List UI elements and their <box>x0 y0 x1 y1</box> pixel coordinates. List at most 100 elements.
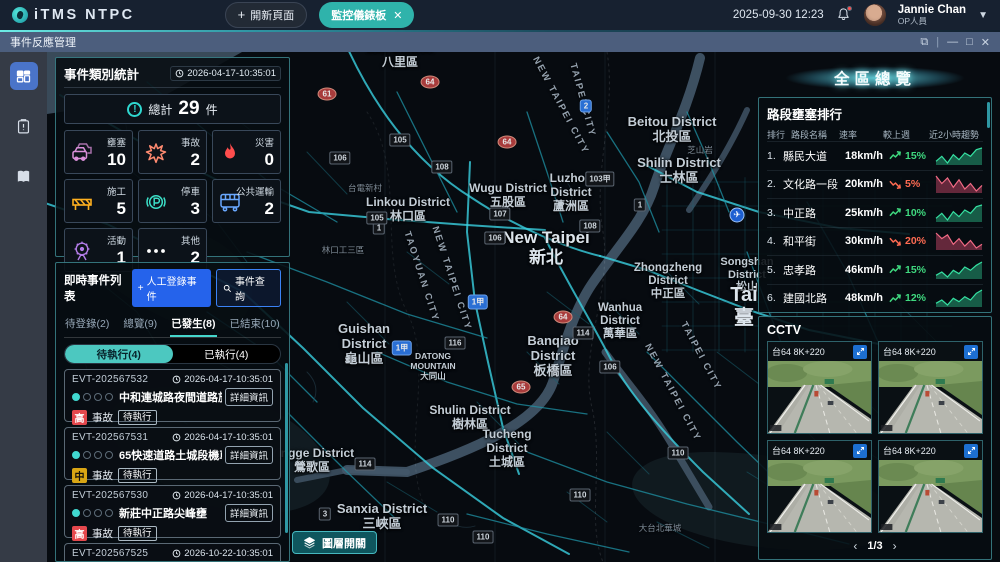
col-speed: 速率 <box>839 128 883 141</box>
open-external-icon[interactable]: ⧉ <box>920 36 928 49</box>
cctv-tile[interactable]: 台64 8K+220 <box>767 440 872 533</box>
event-type: 事故 <box>92 410 113 425</box>
new-page-button[interactable]: + 開新頁面 <box>225 2 308 28</box>
layer-toggle-label: 圖層開關 <box>322 535 366 551</box>
sidebar-item-reports[interactable] <box>10 112 38 140</box>
trend-sparkline <box>935 231 983 251</box>
detail-button[interactable]: 詳細資訊 <box>225 504 273 522</box>
ranking-row[interactable]: 2. 文化路一段 20km/h 5% <box>767 170 983 199</box>
ranking-row[interactable]: 1. 縣民大道 18km/h 15% <box>767 141 983 170</box>
event-search-button[interactable]: 事件查詢 <box>216 269 281 307</box>
ranking-row[interactable]: 3. 中正路 25km/h 10% <box>767 198 983 227</box>
manual-register-label: 人工登錄事件 <box>147 273 206 303</box>
event-card[interactable]: EVT-202567531 2026-04-17-10:35:01 65快速道路… <box>64 427 281 480</box>
event-card[interactable]: EVT-202567525 2026-10-22-10:35:01 65快速道路… <box>64 543 281 562</box>
progress-dot <box>94 451 102 459</box>
cctv-grid: 台64 8K+220 台64 8K+220 台64 8K+220 <box>767 341 983 533</box>
stat-label: 其他 <box>181 233 200 247</box>
progress-dot <box>83 509 91 517</box>
clock-icon <box>172 549 181 558</box>
expand-button[interactable] <box>853 345 867 359</box>
sidebar-item-dashboard[interactable] <box>10 62 38 90</box>
event-tab[interactable]: 已結束(10) <box>229 314 281 337</box>
severity-badge: 高 <box>72 410 87 425</box>
notification-bell-icon[interactable] <box>836 7 852 23</box>
event-card[interactable]: EVT-202567532 2026-04-17-10:35:01 中和連城路夜… <box>64 369 281 422</box>
cctv-tile[interactable]: 台64 8K+220 <box>878 440 983 533</box>
event-subtab[interactable]: 已執行(4) <box>173 345 281 363</box>
road-name: 和平街 <box>783 233 845 249</box>
maximize-icon[interactable]: □ <box>966 36 973 48</box>
road-speed: 18km/h <box>845 150 889 162</box>
cctv-tile[interactable]: 台64 8K+220 <box>767 341 872 434</box>
stat-card-停車[interactable]: 停車 3 <box>138 179 207 223</box>
expand-button[interactable] <box>964 345 978 359</box>
stat-label: 活動 <box>107 233 126 247</box>
user-block[interactable]: Jannie Chan OP人員 <box>898 4 966 26</box>
trend-up-icon <box>889 207 902 218</box>
sidebar-item-map-book[interactable] <box>10 162 38 190</box>
expand-button[interactable] <box>964 444 978 458</box>
close-icon[interactable]: ✕ <box>981 36 990 49</box>
region-overview-header: 全區總覽 <box>758 62 992 94</box>
road-name: 縣民大道 <box>783 148 845 164</box>
chevron-down-icon[interactable]: ▼ <box>978 10 988 21</box>
camera-feed-image <box>879 460 982 532</box>
expand-button[interactable] <box>853 444 867 458</box>
ranking-row[interactable]: 6. 建國北路 48km/h 12% <box>767 284 983 313</box>
scrollbar[interactable] <box>285 363 288 533</box>
stats-title: 事件類別統計 <box>64 64 139 83</box>
disaster-icon <box>218 141 242 165</box>
other-icon <box>144 239 168 263</box>
tab-close-icon[interactable]: ✕ <box>393 9 402 22</box>
total-count: ! 總計 29 件 <box>64 94 281 124</box>
manual-register-button[interactable]: + 人工登錄事件 <box>132 269 211 307</box>
event-tab[interactable]: 待登錄(2) <box>64 314 110 337</box>
rank-number: 2. <box>767 178 783 190</box>
trend-up-icon <box>889 293 902 304</box>
stats-grid: 壅塞 10 事故 2 災害 0 施工 5 停車 3 公共運輸 2 活動 1 其他… <box>64 130 281 272</box>
trend-sparkline <box>935 288 983 308</box>
scrollbar[interactable] <box>987 102 990 128</box>
severity-badge: 高 <box>72 526 87 541</box>
ranking-row[interactable]: 5. 忠孝路 46km/h 15% <box>767 255 983 284</box>
menu-bar: 事件反應管理 ⧉ | — □ ✕ <box>0 32 1000 52</box>
event-card[interactable]: EVT-202567530 2026-04-17-10:35:01 新莊中正路尖… <box>64 485 281 538</box>
next-page-icon[interactable]: › <box>893 539 897 553</box>
trend-down-icon <box>889 179 902 190</box>
week-change: 15% <box>889 264 935 276</box>
trend-up-icon <box>889 264 902 275</box>
total-label: 總計 <box>148 101 172 118</box>
layer-toggle-button[interactable]: 圖層開關 <box>292 531 377 554</box>
event-id: EVT-202567525 <box>72 548 148 559</box>
event-id: EVT-202567532 <box>72 374 148 385</box>
road-speed: 25km/h <box>845 207 889 219</box>
activity-icon <box>70 239 94 263</box>
ranking-row[interactable]: 4. 和平街 30km/h 20% <box>767 227 983 256</box>
rank-number: 1. <box>767 150 783 162</box>
rank-number: 5. <box>767 264 783 276</box>
detail-button[interactable]: 詳細資訊 <box>225 446 273 464</box>
event-type: 事故 <box>92 526 113 541</box>
rank-number: 6. <box>767 292 783 304</box>
minimize-icon[interactable]: — <box>947 36 958 48</box>
stat-card-施工[interactable]: 施工 5 <box>64 179 133 223</box>
event-title: 新莊中正路尖峰壅 <box>119 505 222 521</box>
stat-card-壅塞[interactable]: 壅塞 10 <box>64 130 133 174</box>
avatar[interactable] <box>864 4 886 26</box>
event-tab[interactable]: 已發生(8) <box>170 314 216 337</box>
region-overview-title: 全區總覽 <box>834 67 916 89</box>
stat-card-災害[interactable]: 災害 0 <box>212 130 281 174</box>
detail-button[interactable]: 詳細資訊 <box>225 388 273 406</box>
tab-dashboard[interactable]: 監控儀錶板 ✕ <box>319 2 414 28</box>
stat-value: 5 <box>117 199 126 219</box>
stat-value: 3 <box>191 199 200 219</box>
stat-card-事故[interactable]: 事故 2 <box>138 130 207 174</box>
stat-card-公共運輸[interactable]: 公共運輸 2 <box>212 179 281 223</box>
event-tab[interactable]: 總覽(9) <box>122 314 158 337</box>
cctv-tile[interactable]: 台64 8K+220 <box>878 341 983 434</box>
event-subtab[interactable]: 待執行(4) <box>65 345 173 363</box>
road-name: 文化路一段 <box>783 176 845 192</box>
app-logo-icon <box>12 7 28 23</box>
prev-page-icon[interactable]: ‹ <box>853 539 857 553</box>
